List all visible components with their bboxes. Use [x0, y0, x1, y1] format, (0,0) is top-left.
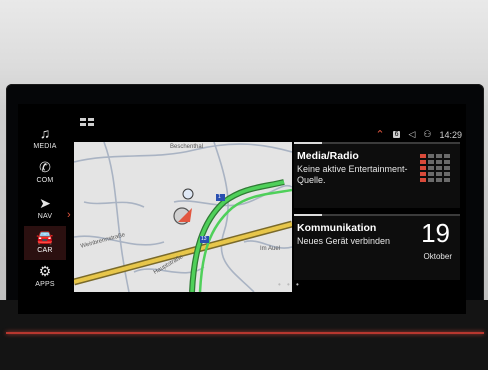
communication-title: Kommunikation — [297, 222, 377, 234]
sidebar-item-label: MEDIA — [33, 143, 57, 150]
exit-label-a: 1 — [218, 194, 221, 200]
chevron-right-icon[interactable]: › — [67, 209, 71, 221]
sidebar-item-car[interactable]: 🚘 CAR — [24, 226, 66, 260]
sidebar-item-label: APPS — [35, 281, 55, 288]
sidebar-item-nav[interactable]: ➤ NAV — [24, 192, 66, 226]
widget-progress-bar — [294, 142, 460, 144]
phone-icon: ✆ — [39, 159, 51, 175]
sidebar-item-media[interactable]: ♫ MEDIA — [24, 122, 66, 156]
page-indicator: • • • — [278, 280, 301, 289]
sidebar-item-label: NAV — [37, 213, 53, 220]
ambient-light-strip — [6, 332, 484, 334]
media-widget[interactable]: Media/Radio Keine aktive Entertainment-Q… — [294, 142, 460, 208]
date-day: 19 — [421, 218, 450, 248]
sidebar-item-com[interactable]: ✆ COM — [24, 156, 66, 190]
grid-icon[interactable] — [80, 118, 94, 128]
notification-badge[interactable]: 6 — [392, 131, 401, 138]
media-title: Media/Radio — [297, 150, 359, 162]
map-label-top: Beschenthal — [170, 144, 204, 150]
sidebar-item-apps[interactable]: ⚙ APPS — [24, 260, 66, 294]
car-icon: 🚘 — [36, 229, 54, 245]
sidebar-item-label: COM — [36, 177, 54, 184]
clock: 14:29 — [439, 129, 462, 140]
communication-widget[interactable]: Kommunikation Neues Gerät verbinden 19 O… — [294, 214, 460, 280]
speaker-icon[interactable]: ◁ — [408, 129, 415, 140]
sidebar-item-label: CAR — [37, 247, 53, 254]
widget-progress-bar — [294, 214, 460, 216]
apps-icon: ⚙ — [38, 263, 52, 279]
music-note-icon: ♫ — [39, 125, 51, 141]
caret-up-icon[interactable]: ⌃ — [375, 128, 384, 141]
navigation-map[interactable]: Beschenthal Weinbrennstraße Hauptstraße … — [74, 142, 292, 292]
map-canvas — [74, 142, 292, 292]
top-bar — [18, 104, 466, 130]
map-label-right: Im Auel — [260, 246, 281, 252]
media-status-text: Keine aktive Entertainment-Quelle. — [297, 164, 408, 185]
user-icon[interactable]: ⚇ — [423, 129, 431, 140]
connect-device-text: Neues Gerät verbinden — [297, 236, 391, 246]
navigation-icon: ➤ — [39, 195, 51, 211]
exit-label-b: 13 — [201, 236, 207, 242]
equalizer-icon — [420, 154, 454, 188]
sidebar: ♫ MEDIA ✆ COM ➤ NAV 🚘 CAR ⚙ APPS — [24, 108, 66, 298]
status-bar: ⌃ 6 ◁ ⚇ 14:29 — [375, 128, 462, 141]
date-month: Oktober — [423, 252, 452, 261]
infotainment-screen: ⌃ 6 ◁ ⚇ 14:29 ♫ MEDIA ✆ COM ➤ NAV 🚘 CAR … — [18, 104, 466, 314]
